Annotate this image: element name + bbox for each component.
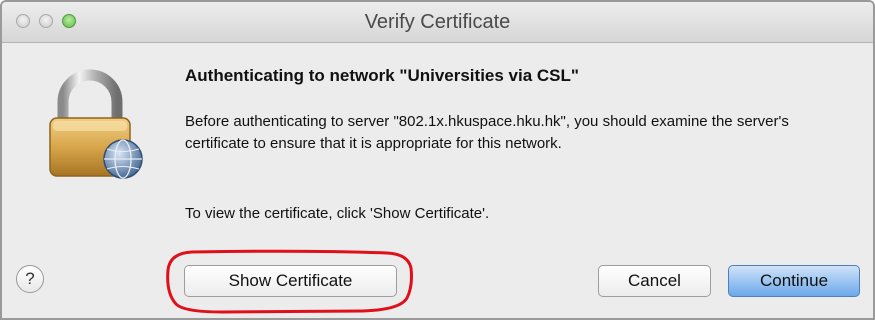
continue-button[interactable]: Continue xyxy=(728,265,860,297)
title-bar[interactable]: Verify Certificate xyxy=(2,2,873,43)
dialog-heading: Authenticating to network "Universities … xyxy=(185,66,579,85)
dialog-message: Before authenticating to server "802.1x.… xyxy=(185,113,789,152)
lock-icon xyxy=(49,69,143,179)
verify-certificate-window: Verify Certificate Authenticating to net… xyxy=(0,0,875,320)
help-button[interactable]: ? xyxy=(16,265,44,293)
dialog-hint: To view the certificate, click 'Show Cer… xyxy=(185,205,490,222)
show-certificate-button[interactable]: Show Certificate xyxy=(184,265,397,297)
window-title: Verify Certificate xyxy=(364,11,511,33)
cancel-button[interactable]: Cancel xyxy=(598,265,711,297)
